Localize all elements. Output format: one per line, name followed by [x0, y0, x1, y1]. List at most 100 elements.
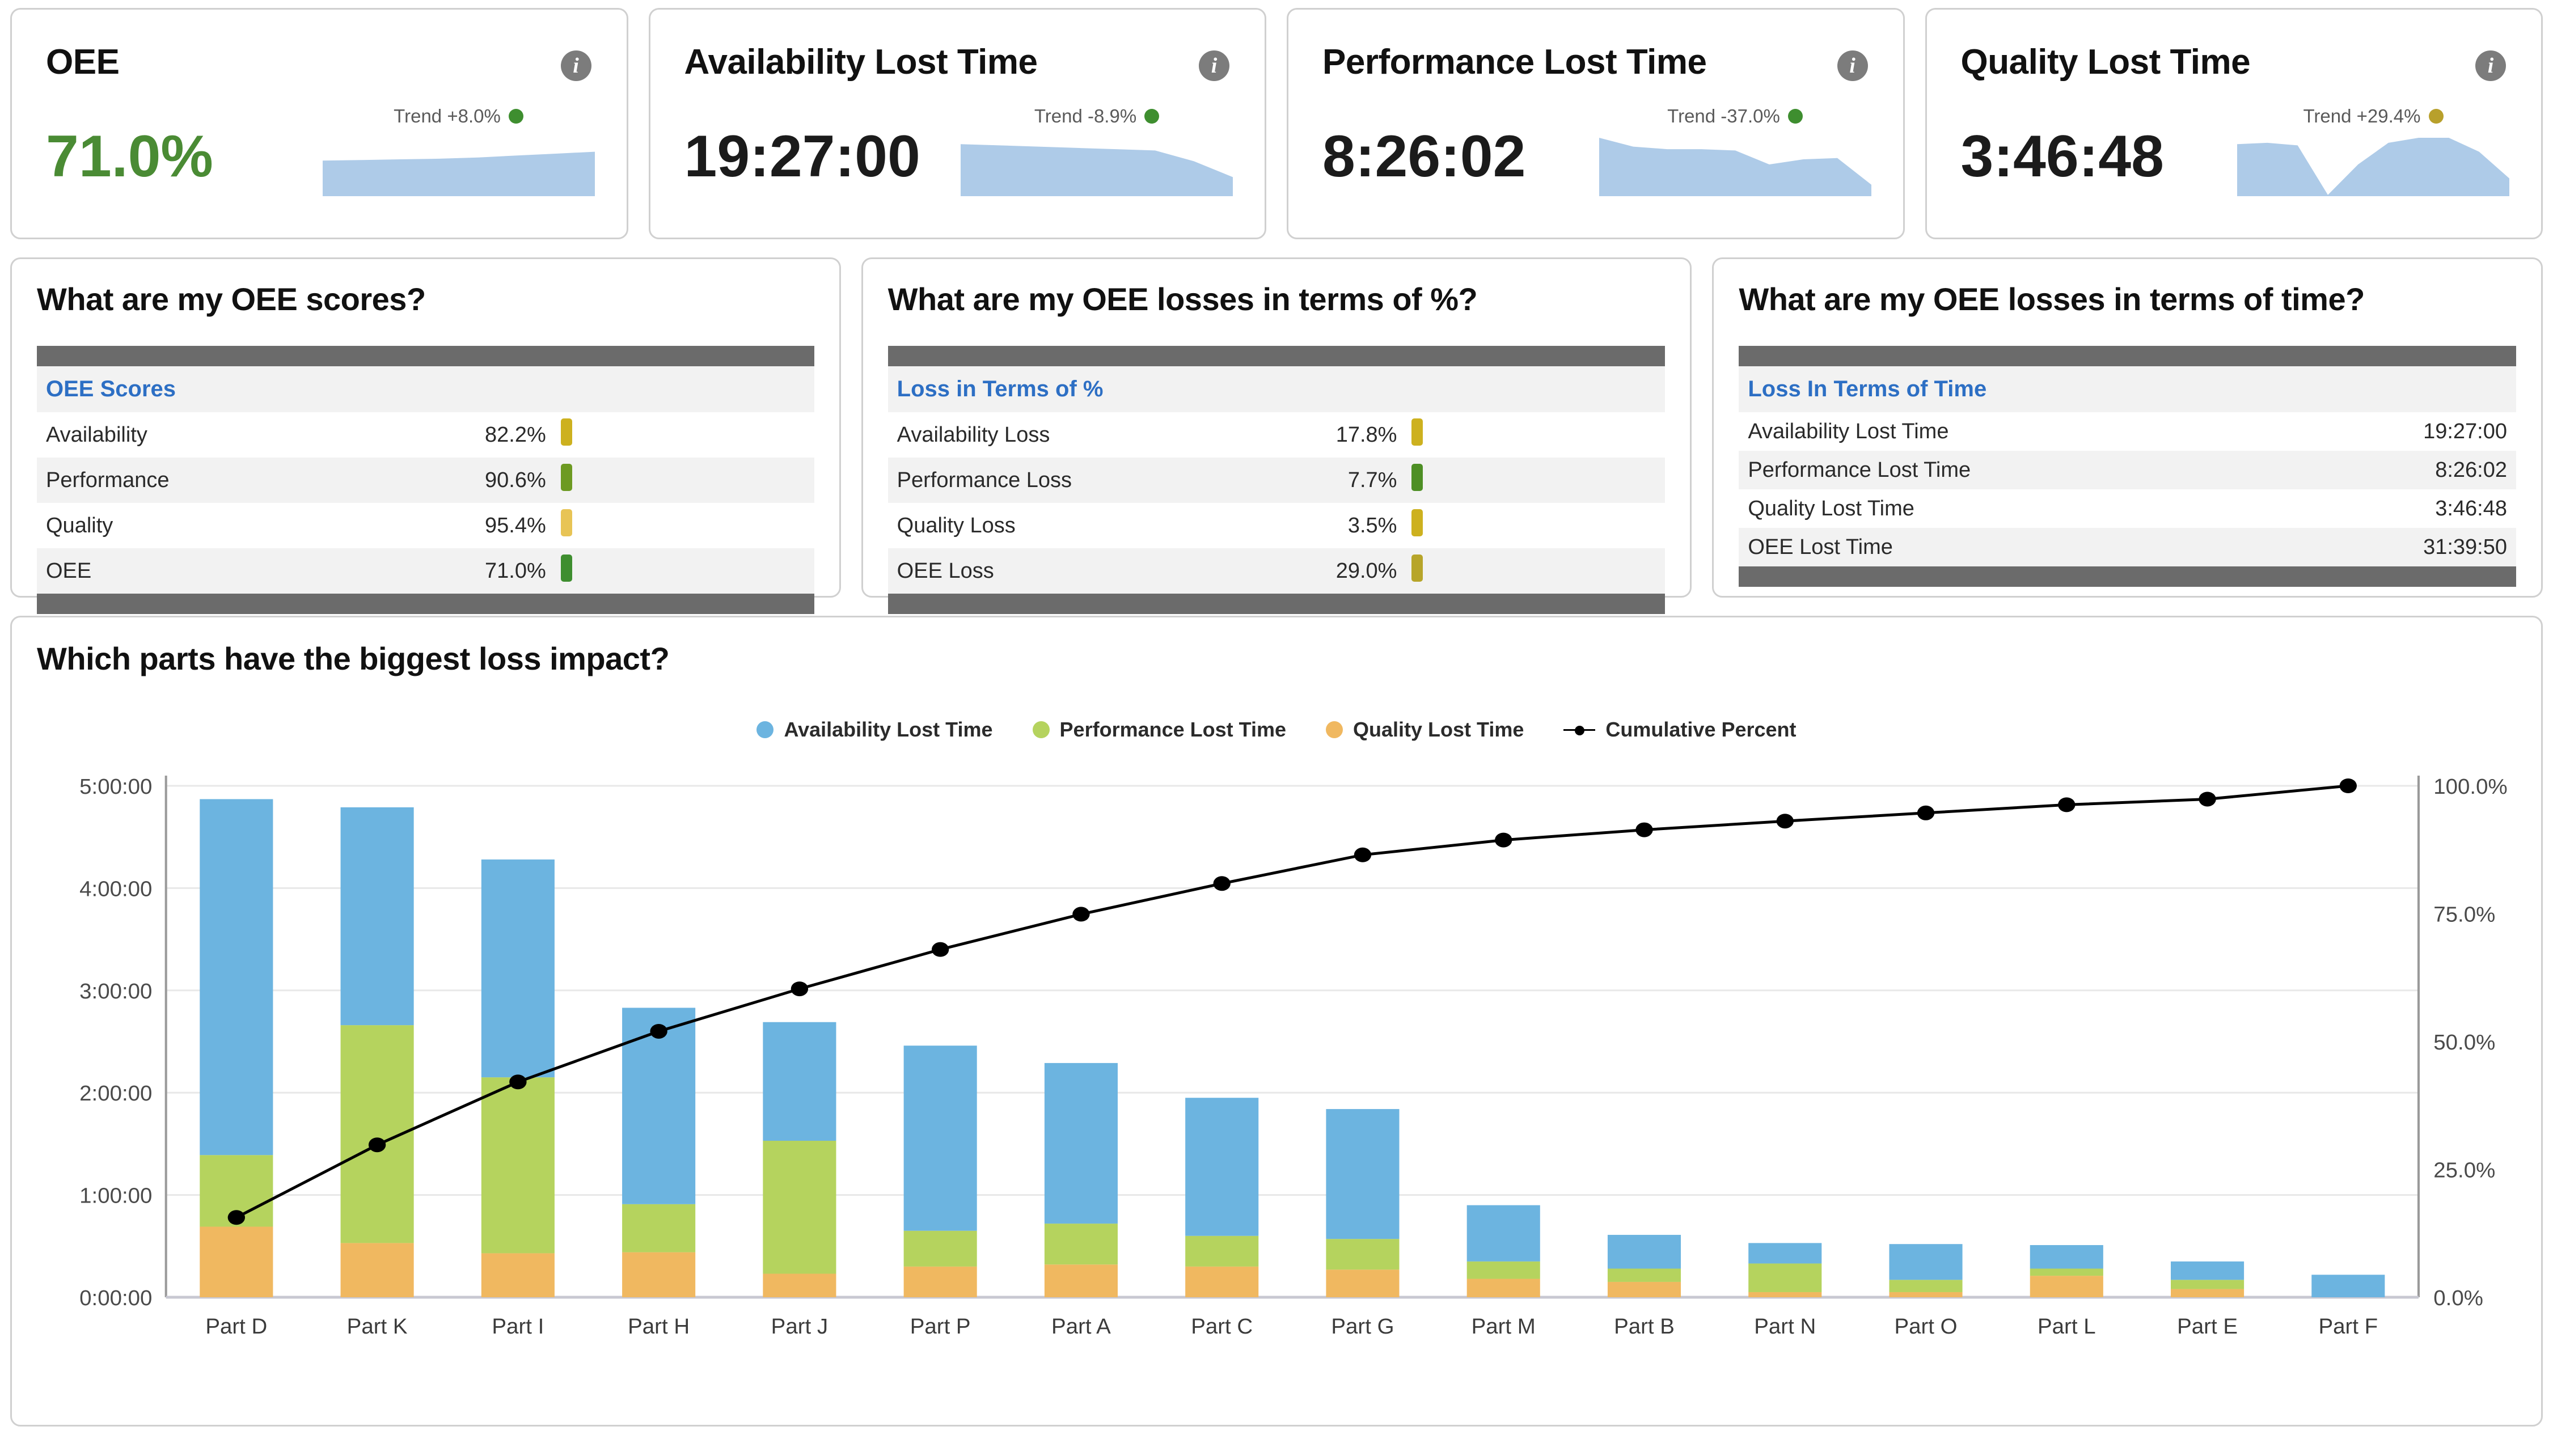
cumulative-percent-point[interactable]	[1776, 814, 1794, 829]
legend-item[interactable]: Performance Lost Time	[1032, 718, 1286, 742]
cumulative-percent-point[interactable]	[227, 1210, 246, 1225]
table-row[interactable]: Availability 82.2%	[37, 412, 814, 458]
bar-segment[interactable]	[1185, 1098, 1259, 1236]
bar-segment[interactable]	[2171, 1280, 2245, 1289]
cumulative-percent-point[interactable]	[2199, 792, 2216, 807]
x-axis-tick-label: Part B	[1614, 1314, 1675, 1339]
info-icon[interactable]: i	[1199, 50, 1229, 81]
bar-segment[interactable]	[903, 1046, 977, 1231]
bar-segment[interactable]	[340, 1243, 414, 1297]
cumulative-percent-point[interactable]	[2058, 797, 2076, 812]
table-row[interactable]: OEE Loss 29.0%	[887, 548, 1666, 594]
table-row[interactable]: Performance 90.6%	[37, 458, 814, 503]
bar-segment[interactable]	[481, 1253, 555, 1297]
bar-segment[interactable]	[622, 1252, 696, 1297]
cumulative-percent-point[interactable]	[1635, 822, 1653, 837]
cumulative-percent-point[interactable]	[1354, 847, 1372, 862]
sparkline-chart	[2237, 138, 2509, 197]
cumulative-percent-point[interactable]	[2339, 778, 2357, 793]
cumulative-percent-point[interactable]	[931, 942, 949, 957]
cumulative-percent-point[interactable]	[1072, 907, 1090, 922]
cumulative-percent-point[interactable]	[509, 1074, 527, 1090]
kpi-title: Performance Lost Time	[1322, 43, 1707, 82]
bar-segment[interactable]	[1889, 1292, 1963, 1297]
legend-item[interactable]: Quality Lost Time	[1326, 718, 1524, 742]
info-icon[interactable]: i	[1837, 50, 1868, 81]
cumulative-percent-point[interactable]	[368, 1137, 386, 1153]
bar-segment[interactable]	[2171, 1289, 2245, 1297]
legend-item[interactable]: Cumulative Percent	[1563, 718, 1797, 742]
bar-segment[interactable]	[2311, 1275, 2385, 1297]
bar-segment[interactable]	[1748, 1292, 1822, 1297]
info-icon[interactable]: i	[560, 50, 591, 81]
kpi-card[interactable]: Availability Lost Time i 19:27:00 Trend -8.…	[648, 8, 1266, 239]
row-value: 31:39:50	[2127, 528, 2517, 566]
bar-segment[interactable]	[1466, 1279, 1540, 1297]
bar-segment[interactable]	[2030, 1245, 2103, 1269]
bar-segment[interactable]	[2030, 1268, 2103, 1276]
bar-segment[interactable]	[903, 1230, 977, 1267]
cumulative-percent-point[interactable]	[650, 1023, 667, 1039]
pareto-panel: Which parts have the biggest loss impact…	[10, 616, 2543, 1427]
bar-segment[interactable]	[200, 799, 273, 1156]
kpi-card[interactable]: Performance Lost Time i 8:26:02 Trend -37.0…	[1287, 8, 1905, 239]
row-label: OEE	[37, 548, 296, 594]
legend-label: Availability Lost Time	[784, 718, 993, 741]
bar-segment[interactable]	[481, 1077, 555, 1254]
legend-item[interactable]: Availability Lost Time	[756, 718, 993, 742]
cumulative-percent-point[interactable]	[1917, 805, 1935, 820]
bar-segment[interactable]	[1607, 1234, 1681, 1269]
kpi-trend: Trend -8.9%	[961, 105, 1233, 127]
kpi-card[interactable]: Quality Lost Time i 3:46:48 Trend +29.4%	[1925, 8, 2543, 239]
row-indicator-cell	[1406, 458, 1666, 503]
table-row[interactable]: Quality 95.4%	[37, 503, 814, 548]
cumulative-percent-point[interactable]	[791, 981, 809, 997]
bar-segment[interactable]	[622, 1204, 696, 1252]
bar-segment[interactable]	[340, 807, 414, 1026]
bar-segment[interactable]	[763, 1273, 836, 1297]
bar-segment[interactable]	[1326, 1269, 1400, 1297]
table-row[interactable]: Quality Lost Time 3:46:48	[1739, 489, 2516, 528]
bar-segment[interactable]	[1607, 1268, 1681, 1282]
cumulative-percent-point[interactable]	[1495, 832, 1512, 848]
x-axis-tick-label: Part I	[492, 1314, 544, 1339]
table-row[interactable]: Availability Lost Time 19:27:00	[1739, 412, 2516, 451]
table-row[interactable]: OEE 71.0%	[37, 548, 814, 594]
bar-segment[interactable]	[1607, 1281, 1681, 1297]
bar-segment[interactable]	[1044, 1264, 1118, 1297]
kpi-row: OEE i 71.0% Trend +8.0% Availability Lost Ti…	[10, 8, 2543, 239]
bar-segment[interactable]	[1326, 1109, 1400, 1239]
bar-segment[interactable]	[1044, 1063, 1118, 1224]
bar-segment[interactable]	[1466, 1205, 1540, 1262]
bar-segment[interactable]	[2030, 1276, 2103, 1297]
bar-segment[interactable]	[1326, 1239, 1400, 1270]
table-row[interactable]: Availability Loss 17.8%	[888, 412, 1666, 458]
bar-segment[interactable]	[763, 1140, 836, 1274]
bar-segment[interactable]	[2171, 1261, 2245, 1280]
bar-segment[interactable]	[1889, 1280, 1963, 1292]
cumulative-percent-point[interactable]	[1213, 876, 1231, 891]
table-row[interactable]: Performance Lost Time 8:26:02	[1739, 451, 2517, 489]
bar-segment[interactable]	[1185, 1235, 1259, 1267]
bar-segment[interactable]	[1748, 1263, 1822, 1292]
bar-segment[interactable]	[1466, 1261, 1540, 1279]
table-row[interactable]: Performance Loss 7.7%	[887, 458, 1666, 503]
bar-segment[interactable]	[763, 1022, 836, 1141]
kpi-card[interactable]: OEE i 71.0% Trend +8.0%	[10, 8, 628, 239]
x-axis-tick-label: Part J	[771, 1314, 828, 1339]
row-value: 82.2%	[485, 422, 546, 447]
table-row[interactable]: Quality Loss 3.5%	[888, 503, 1666, 548]
y-axis-right-tick: 0.0%	[2433, 1286, 2483, 1310]
info-icon[interactable]: i	[2475, 50, 2506, 81]
bar-segment[interactable]	[481, 859, 555, 1078]
bar-segment[interactable]	[1748, 1243, 1822, 1264]
bar-segment[interactable]	[1889, 1244, 1963, 1280]
bar-segment[interactable]	[903, 1266, 977, 1297]
kpi-trend-label: Trend +8.0%	[394, 105, 501, 127]
bar-segment[interactable]	[1044, 1224, 1118, 1265]
bar-segment[interactable]	[200, 1226, 273, 1297]
summary-table: OEE Scores Availability 82.2% Performance 90…	[37, 346, 814, 614]
table-row[interactable]: OEE Lost Time 31:39:50	[1739, 528, 2517, 566]
bar-segment[interactable]	[1185, 1266, 1259, 1297]
y-axis-right-tick: 50.0%	[2433, 1030, 2495, 1055]
